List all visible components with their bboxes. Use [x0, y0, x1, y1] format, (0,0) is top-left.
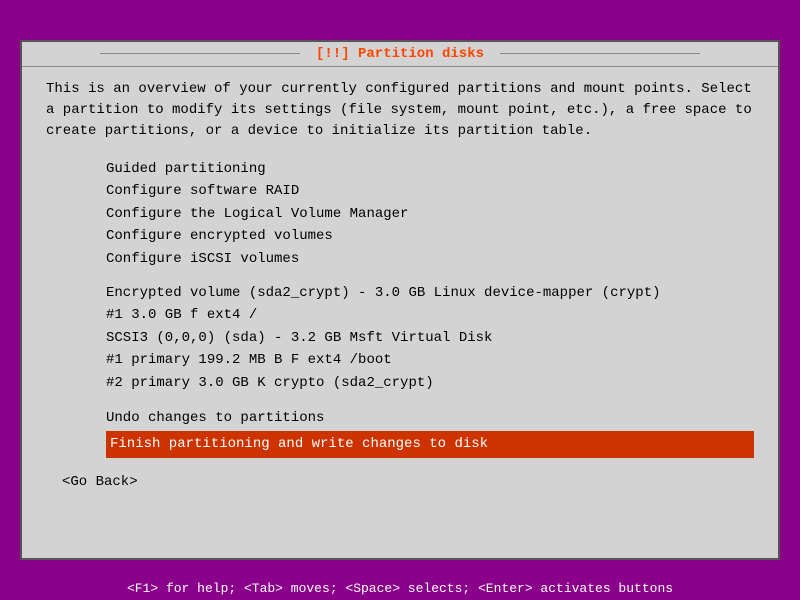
- selected-action: Finish partitioning and write changes to…: [106, 431, 754, 458]
- scsi3-line[interactable]: SCSI3 (0,0,0) (sda) - 3.2 GB Msft Virtua…: [46, 327, 754, 349]
- scsi3-p1-line[interactable]: #1 primary 199.2 MB B F ext4 /boot: [46, 349, 754, 371]
- finish-partitioning-item[interactable]: Finish partitioning and write changes to…: [106, 431, 754, 458]
- undo-changes-item[interactable]: Undo changes to partitions: [106, 406, 754, 431]
- action-items: Undo changes to partitions Finish partit…: [46, 406, 754, 458]
- encrypted-volume-line[interactable]: Encrypted volume (sda2_crypt) - 3.0 GB L…: [46, 282, 754, 304]
- description-text: This is an overview of your currently co…: [46, 79, 754, 142]
- partition-1-line[interactable]: #1 3.0 GB f ext4 /: [46, 304, 754, 326]
- menu-item-raid[interactable]: Configure software RAID: [106, 180, 754, 202]
- menu-item-encrypted[interactable]: Configure encrypted volumes: [106, 225, 754, 247]
- status-bar: <F1> for help; <Tab> moves; <Space> sele…: [0, 577, 800, 600]
- window-title: [!!] Partition disks: [22, 42, 778, 67]
- title-text: [!!] Partition disks: [316, 46, 484, 62]
- menu-list: Guided partitioning Configure software R…: [46, 158, 754, 270]
- menu-item-guided[interactable]: Guided partitioning: [106, 158, 754, 180]
- menu-item-lvm[interactable]: Configure the Logical Volume Manager: [106, 203, 754, 225]
- go-back-button[interactable]: <Go Back>: [46, 474, 754, 490]
- scsi3-p2-line[interactable]: #2 primary 3.0 GB K crypto (sda2_crypt): [46, 372, 754, 394]
- partition-info: Encrypted volume (sda2_crypt) - 3.0 GB L…: [46, 282, 754, 394]
- menu-item-iscsi[interactable]: Configure iSCSI volumes: [106, 248, 754, 270]
